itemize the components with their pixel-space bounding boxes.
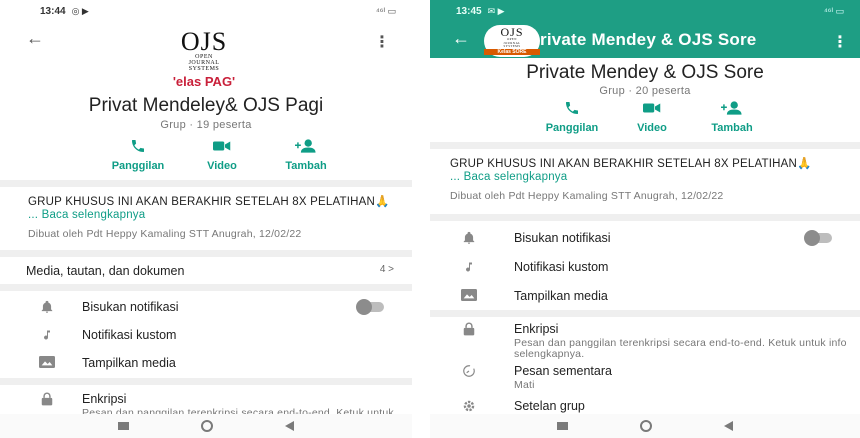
gear-icon bbox=[458, 399, 480, 413]
custom-notifications-row[interactable]: Notifikasi kustom bbox=[0, 328, 412, 342]
mute-notifications-row[interactable]: Bisukan notifikasi bbox=[430, 230, 860, 246]
system-nav-bar bbox=[0, 414, 412, 438]
app-bar-title[interactable]: rivate Mendey & OJS Sore bbox=[540, 30, 756, 50]
status-notification-icons: ◎ ▶ bbox=[71, 5, 89, 16]
system-nav-bar bbox=[430, 414, 860, 438]
status-notification-icons: ✉ ▶ bbox=[487, 5, 505, 16]
show-media-row[interactable]: Tampilkan media bbox=[0, 356, 412, 370]
back-arrow-icon[interactable]: ← bbox=[452, 28, 470, 49]
music-note-icon bbox=[458, 260, 480, 274]
group-avatar[interactable]: OJS OPEN JOURNAL SYSTEMS Kelas SORE bbox=[484, 25, 540, 57]
more-options-icon[interactable]: ⋮ bbox=[832, 32, 848, 52]
add-person-icon bbox=[721, 98, 743, 118]
group-member-count: Grup · 19 peserta bbox=[160, 119, 252, 131]
group-name[interactable]: Privat Mendeley& OJS Pagi bbox=[0, 95, 412, 117]
bell-icon bbox=[458, 231, 480, 245]
media-links-docs-row[interactable]: Media, tautan, dan dokumen 4 > bbox=[0, 264, 412, 278]
group-actions: Panggilan Video Tambah bbox=[532, 98, 772, 134]
group-avatar[interactable]: OJS OPEN JOURNAL SYSTEMS 'elas PAG' bbox=[154, 29, 254, 90]
created-by: Dibuat oleh Pdt Heppy Kamaling STT Anugr… bbox=[450, 190, 724, 202]
video-icon bbox=[643, 98, 661, 118]
divider bbox=[430, 142, 860, 149]
encryption-row[interactable]: Enkripsi Pesan dan panggilan terenkripsi… bbox=[430, 322, 860, 360]
media-count: 4 > bbox=[379, 264, 394, 275]
read-more-link[interactable]: ... Baca selengkapnya bbox=[450, 171, 840, 184]
mute-toggle[interactable] bbox=[356, 299, 384, 315]
group-actions: Panggilan Video Tambah bbox=[96, 136, 348, 172]
back-nav-icon[interactable] bbox=[724, 421, 733, 431]
timer-icon bbox=[458, 364, 480, 378]
video-button[interactable]: Video bbox=[612, 98, 692, 134]
group-member-count: Grup · 20 peserta bbox=[599, 85, 691, 97]
lock-icon bbox=[36, 392, 58, 406]
lock-icon bbox=[458, 322, 480, 336]
mute-notifications-row[interactable]: Bisukan notifikasi bbox=[0, 299, 412, 315]
status-bar: 13:44 ◎ ▶ ⁴⁶ᴵ ▭ bbox=[0, 0, 412, 22]
call-button[interactable]: Panggilan bbox=[96, 136, 180, 172]
call-button[interactable]: Panggilan bbox=[532, 98, 612, 134]
divider bbox=[0, 180, 412, 187]
video-button[interactable]: Video bbox=[180, 136, 264, 172]
divider bbox=[0, 378, 412, 385]
bell-icon bbox=[36, 300, 58, 314]
group-name[interactable]: Private Mendey & OJS Sore bbox=[430, 62, 860, 84]
divider bbox=[430, 310, 860, 317]
custom-notifications-row[interactable]: Notifikasi kustom bbox=[430, 260, 860, 274]
show-media-row[interactable]: Tampilkan media bbox=[430, 289, 860, 303]
divider bbox=[0, 284, 412, 291]
image-icon bbox=[36, 356, 58, 368]
status-time: 13:45 bbox=[456, 5, 482, 17]
group-description[interactable]: GRUP KHUSUS INI AKAN BERAKHIR SETELAH 8X… bbox=[28, 196, 392, 241]
read-more-link[interactable]: ... Baca selengkapnya bbox=[28, 209, 392, 222]
created-by: Dibuat oleh Pdt Heppy Kamaling STT Anugr… bbox=[28, 228, 302, 240]
more-options-icon[interactable]: ⋮ bbox=[374, 32, 390, 52]
divider bbox=[0, 250, 412, 257]
back-nav-icon[interactable] bbox=[285, 421, 294, 431]
signal-battery-icon: ⁴⁶ᴵ ▭ bbox=[375, 5, 396, 16]
left-phone-screen: 13:44 ◎ ▶ ⁴⁶ᴵ ▭ ← ⋮ OJS OPEN JOURNAL SYS… bbox=[0, 0, 412, 438]
mute-toggle[interactable] bbox=[804, 230, 832, 246]
group-settings-row[interactable]: Setelan grup bbox=[430, 399, 860, 413]
recent-apps-icon[interactable] bbox=[118, 422, 129, 430]
back-arrow-icon[interactable]: ← bbox=[26, 28, 44, 49]
group-description[interactable]: GRUP KHUSUS INI AKAN BERAKHIR SETELAH 8X… bbox=[450, 158, 840, 203]
home-icon[interactable] bbox=[640, 420, 652, 432]
video-icon bbox=[213, 136, 231, 156]
status-time: 13:44 bbox=[40, 5, 66, 17]
divider bbox=[430, 214, 860, 221]
recent-apps-icon[interactable] bbox=[557, 422, 568, 430]
add-member-button[interactable]: Tambah bbox=[264, 136, 348, 172]
signal-battery-icon: ⁴⁶ᴵ ▭ bbox=[823, 5, 844, 16]
home-icon[interactable] bbox=[201, 420, 213, 432]
disappearing-messages-row[interactable]: Pesan sementara Mati bbox=[430, 364, 860, 391]
add-person-icon bbox=[295, 136, 317, 156]
status-bar: 13:45 ✉ ▶ ⁴⁶ᴵ ▭ bbox=[430, 0, 860, 22]
music-note-icon bbox=[36, 328, 58, 342]
phone-icon bbox=[130, 136, 146, 156]
phone-icon bbox=[564, 98, 580, 118]
right-phone-screen: 13:45 ✉ ▶ ⁴⁶ᴵ ▭ rivate Mendey & OJS Sore… bbox=[430, 0, 860, 438]
image-icon bbox=[458, 289, 480, 301]
add-member-button[interactable]: Tambah bbox=[692, 98, 772, 134]
